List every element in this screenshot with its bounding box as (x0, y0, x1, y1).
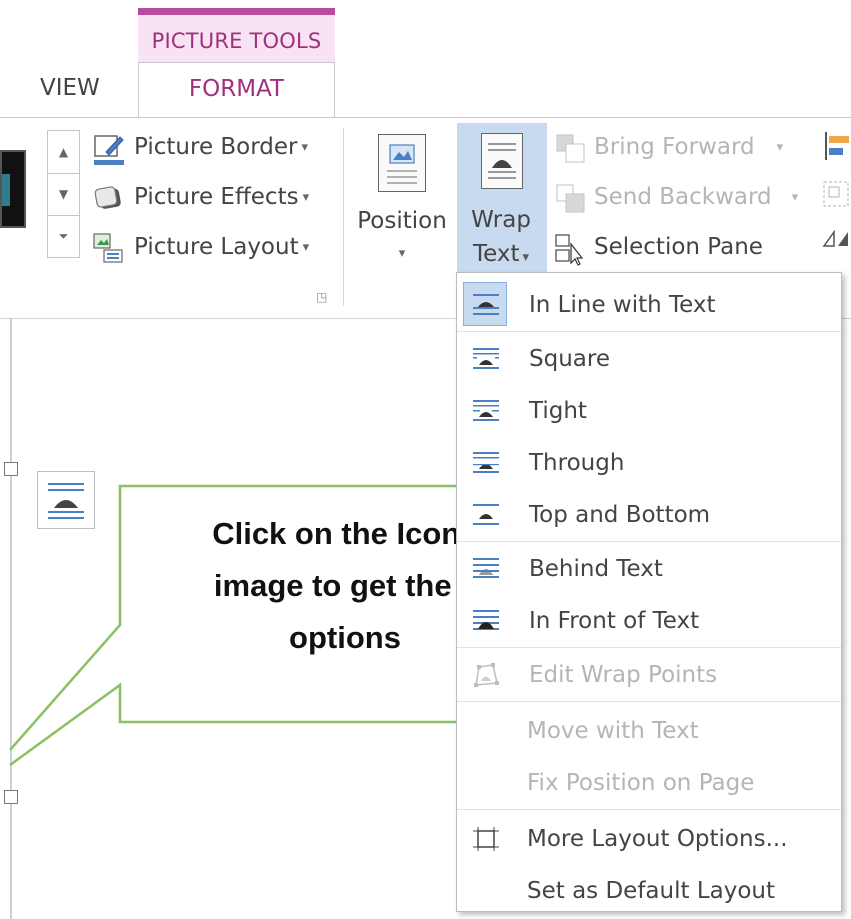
selection-pane-label: Selection Pane (594, 234, 763, 260)
picture-tools-context-header: PICTURE TOOLS (138, 8, 335, 62)
menu-item-fix-position-on-page[interactable]: Fix Position on Page (457, 757, 841, 809)
square-wrap-icon (473, 348, 499, 369)
position-dropdown-arrow-icon: ▾ (398, 246, 406, 261)
menu-item-label: Set as Default Layout (527, 878, 776, 904)
align-icons-clipped[interactable] (820, 130, 851, 270)
bring-forward-icon (556, 134, 585, 163)
position-label: Position (357, 208, 447, 234)
resize-handle[interactable] (4, 462, 18, 476)
more-layout-options-icon (473, 827, 499, 851)
menu-item-label: Fix Position on Page (527, 770, 755, 796)
menu-item-through[interactable]: Through (457, 437, 841, 489)
menu-separator (457, 541, 841, 542)
menu-item-more-layout-options[interactable]: More Layout Options... (457, 813, 841, 865)
position-icon (378, 134, 426, 192)
context-tab-label: PICTURE TOOLS (151, 29, 322, 53)
menu-item-square[interactable]: Square (457, 333, 841, 385)
through-wrap-icon (473, 452, 499, 473)
align-icon (825, 132, 849, 160)
group-icon (823, 181, 849, 207)
edit-wrap-points-icon (474, 663, 499, 687)
tab-format-label: FORMAT (188, 76, 285, 102)
menu-item-label: In Line with Text (529, 292, 716, 318)
in-line-with-text-icon (473, 294, 499, 315)
gallery-scroll-up-icon[interactable]: ▲ (48, 131, 79, 174)
bring-forward-button[interactable]: Bring Forward ▾ (554, 132, 794, 168)
picture-border-button[interactable]: Picture Border ▾ (92, 132, 332, 168)
picture-layout-button[interactable]: Picture Layout ▾ (92, 232, 332, 268)
menu-item-tight[interactable]: Tight (457, 385, 841, 437)
menu-item-label: In Front of Text (529, 608, 700, 634)
picture-layout-label: Picture Layout (134, 234, 299, 260)
picture-border-label: Picture Border (134, 134, 298, 160)
send-backward-icon (556, 184, 585, 213)
picture-effects-label: Picture Effects (134, 184, 299, 210)
wrap-text-button[interactable]: Wrap Text ▾ (457, 123, 547, 273)
menu-item-label: Edit Wrap Points (529, 662, 718, 688)
dialog-launcher-icon[interactable]: ◳ (316, 290, 327, 304)
picture-layout-icon (93, 233, 123, 263)
wrap-text-label-line2: Text (472, 241, 520, 267)
gallery-scroll-down-icon[interactable]: ▼ (48, 173, 79, 216)
behind-text-icon (473, 558, 499, 578)
in-front-of-text-icon (473, 610, 499, 630)
menu-item-in-front-of-text[interactable]: In Front of Text (457, 595, 841, 647)
menu-item-top-and-bottom[interactable]: Top and Bottom (457, 489, 841, 541)
ribbon-divider (0, 117, 851, 118)
menu-item-label: Top and Bottom (529, 502, 711, 528)
picture-border-icon (94, 135, 124, 165)
send-backward-label: Send Backward (594, 184, 772, 210)
resize-handle[interactable] (4, 790, 18, 804)
wrap-text-icon (481, 133, 523, 189)
wrap-text-label-line1: Wrap (471, 207, 531, 233)
menu-item-label: Square (529, 346, 610, 372)
menu-item-label: Through (529, 450, 625, 476)
send-backward-button[interactable]: Send Backward ▾ (554, 182, 804, 218)
gallery-scroll-controls: ▲ ▼ ⏷ (47, 130, 80, 258)
top-and-bottom-icon (473, 504, 499, 525)
menu-item-label: More Layout Options... (527, 826, 788, 852)
menu-item-edit-wrap-points[interactable]: Edit Wrap Points (457, 649, 841, 701)
wrap-text-menu: In Line with Text Square Tight Through T… (456, 272, 842, 912)
position-button[interactable]: Position ▾ (354, 128, 454, 288)
menu-separator (457, 701, 841, 702)
menu-separator (457, 647, 841, 648)
tab-view[interactable]: VIEW (40, 75, 100, 101)
wrap-text-dropdown-arrow-icon: ▾ (522, 250, 530, 265)
menu-item-label: Move with Text (527, 718, 699, 744)
group-separator (343, 128, 344, 306)
menu-separator (457, 331, 841, 332)
picture-style-thumbnail[interactable] (0, 150, 26, 228)
selection-pane-button[interactable]: Selection Pane (554, 232, 794, 268)
menu-separator (457, 809, 841, 810)
tab-format[interactable]: FORMAT (138, 62, 335, 118)
picture-effects-icon (94, 186, 121, 209)
menu-item-set-as-default-layout[interactable]: Set as Default Layout (457, 865, 841, 917)
picture-effects-button[interactable]: Picture Effects ▾ (92, 182, 332, 218)
tight-wrap-icon (473, 400, 499, 421)
bring-forward-label: Bring Forward (594, 134, 755, 160)
menu-item-label: Tight (529, 398, 587, 424)
menu-item-move-with-text[interactable]: Move with Text (457, 705, 841, 757)
menu-item-behind-text[interactable]: Behind Text (457, 543, 841, 595)
gallery-more-icon[interactable]: ⏷ (48, 215, 79, 257)
rotate-icon (822, 229, 848, 247)
selection-pane-icon (555, 234, 584, 266)
menu-item-label: Behind Text (529, 556, 663, 582)
menu-item-in-line-with-text[interactable]: In Line with Text (457, 279, 841, 331)
